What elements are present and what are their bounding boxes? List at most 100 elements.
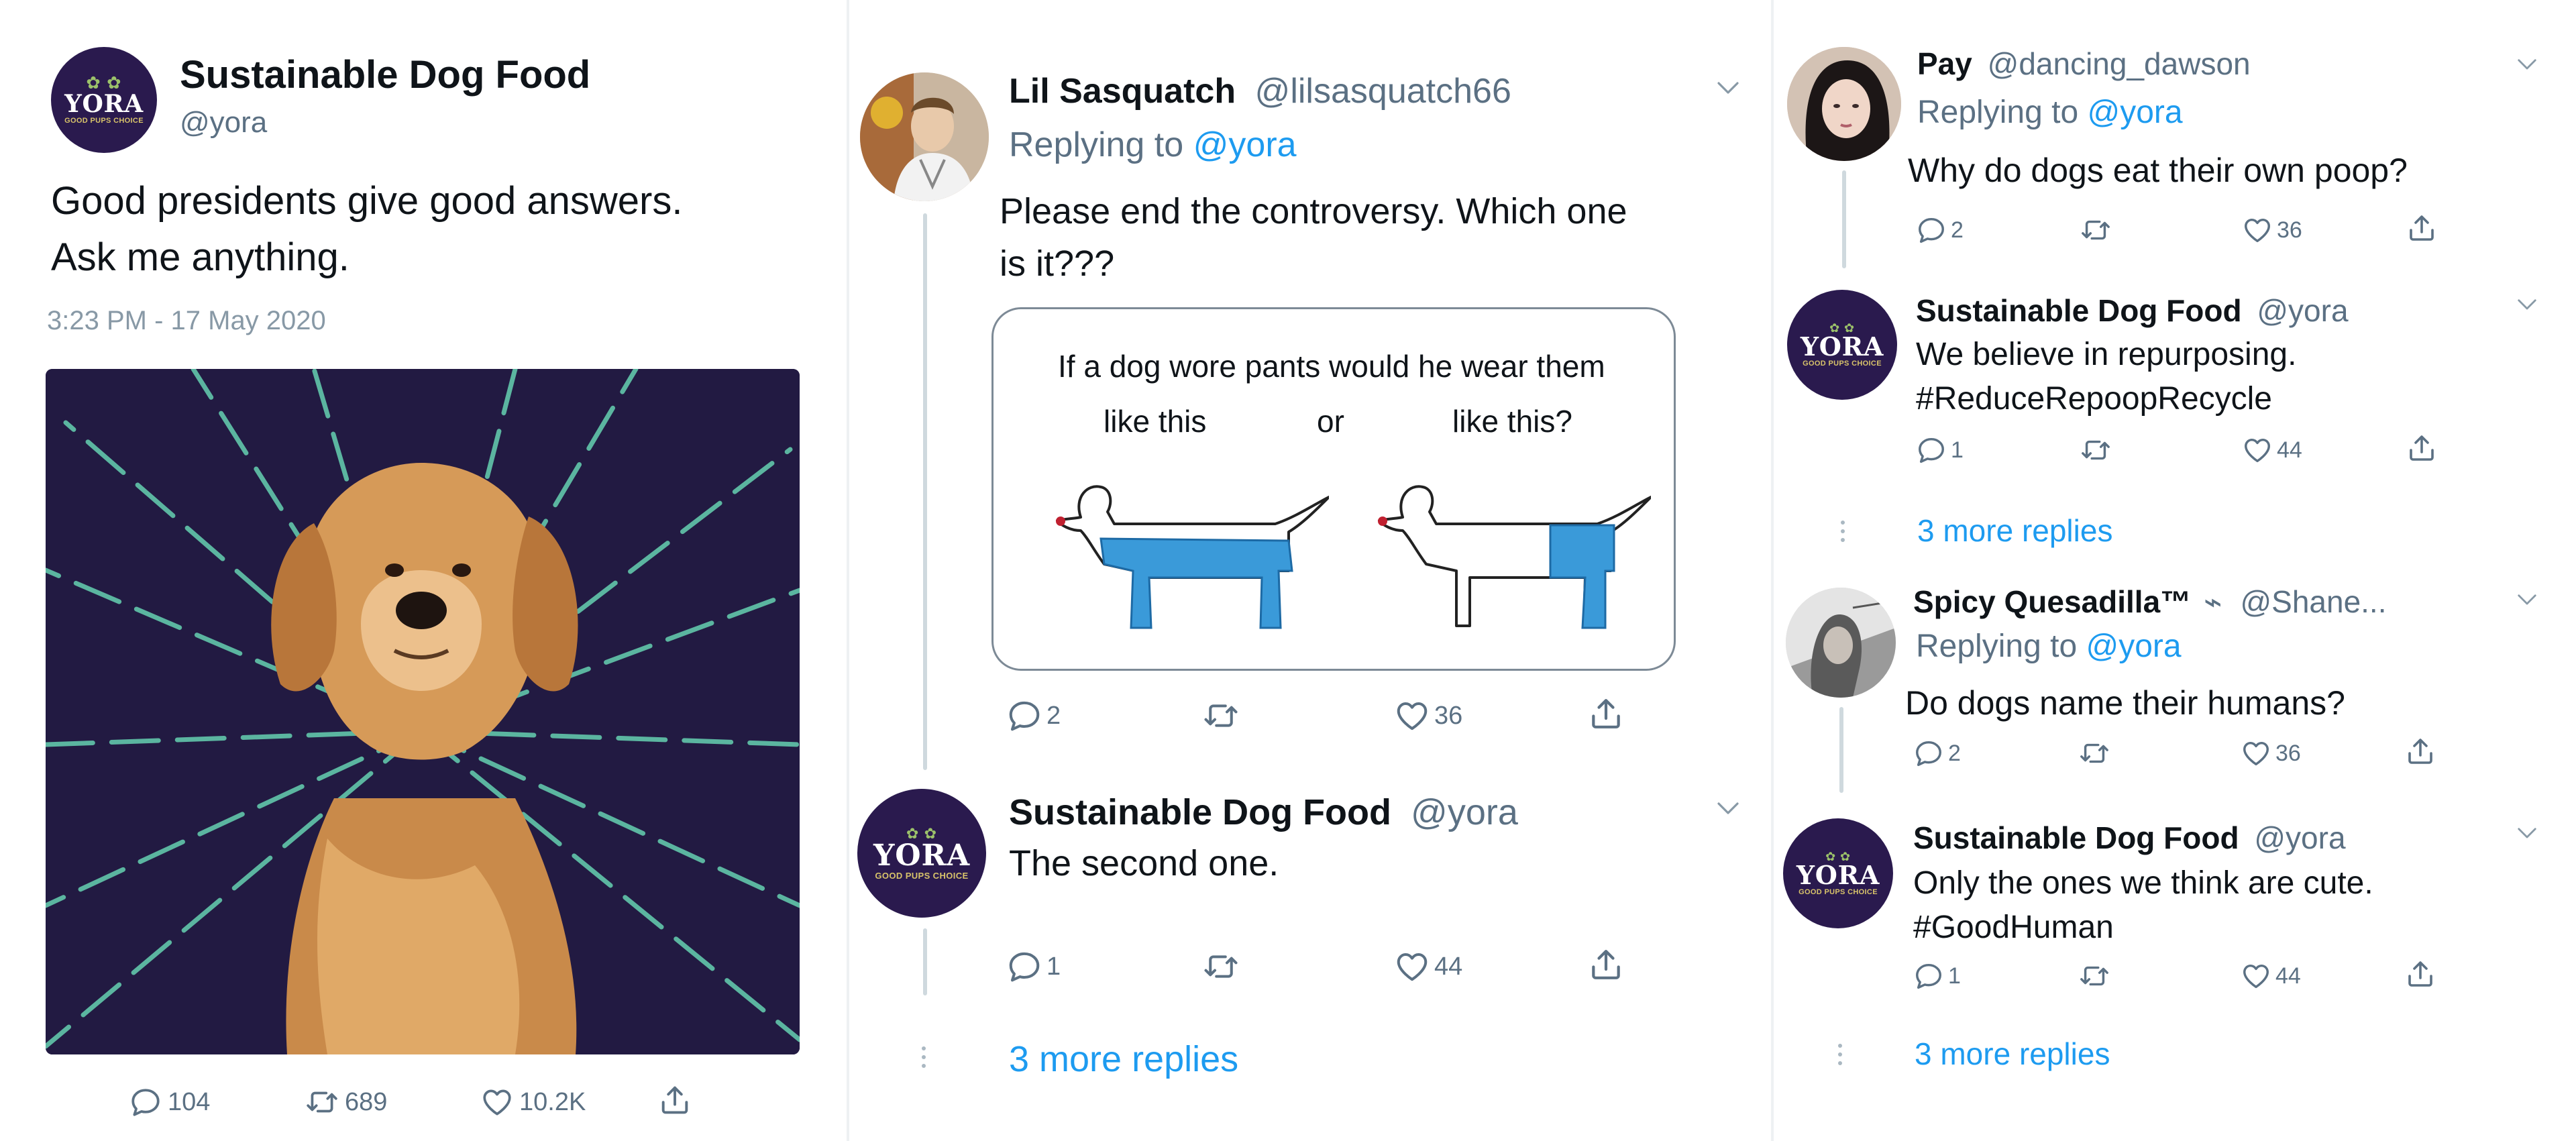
chevron-down-icon bbox=[2513, 50, 2541, 78]
more-options-button[interactable] bbox=[1712, 792, 1744, 827]
reply-icon bbox=[129, 1085, 162, 1119]
retweet-button[interactable] bbox=[1201, 698, 1241, 734]
like-button[interactable]: 44 bbox=[2242, 435, 2302, 466]
avatar[interactable]: ✿ ✿ YORA GOOD PUPS CHOICE bbox=[1787, 290, 1897, 400]
thread-connector bbox=[1839, 707, 1843, 793]
avatar[interactable]: ✿ ✿ YORA GOOD PUPS CHOICE bbox=[51, 47, 157, 153]
avatar[interactable] bbox=[1786, 588, 1896, 698]
replying-to-handle[interactable]: @yora bbox=[1193, 125, 1297, 164]
brand-tagline: GOOD PUPS CHOICE bbox=[1803, 360, 1882, 368]
like-count: 44 bbox=[2277, 437, 2302, 463]
retweet-button[interactable] bbox=[2078, 215, 2113, 246]
like-button[interactable]: 44 bbox=[1394, 948, 1462, 985]
like-button[interactable]: 44 bbox=[2241, 961, 2301, 991]
author-name[interactable]: Lil Sasquatch @lilsasquatch66 bbox=[1009, 71, 1511, 111]
share-icon bbox=[2406, 212, 2438, 244]
tweet-image[interactable] bbox=[46, 369, 800, 1054]
more-replies-link[interactable]: 3 more replies bbox=[1009, 1038, 1238, 1080]
like-icon bbox=[2241, 738, 2271, 769]
reply-button[interactable]: 1 bbox=[1006, 948, 1061, 985]
author-name[interactable]: Sustainable Dog Food @yora bbox=[1913, 820, 2346, 856]
share-icon bbox=[2404, 735, 2436, 767]
author-name[interactable]: Sustainable Dog Food @yora bbox=[1916, 292, 2349, 329]
brand-logo-text: YORA bbox=[1800, 331, 1884, 362]
chevron-down-icon bbox=[2513, 290, 2541, 318]
author-handle[interactable]: @yora bbox=[2257, 293, 2348, 328]
avatar[interactable]: ✿ ✿ YORA GOOD PUPS CHOICE bbox=[857, 789, 986, 918]
reply-button[interactable]: 104 bbox=[129, 1085, 210, 1119]
avatar[interactable]: ✿ ✿ YORA GOOD PUPS CHOICE bbox=[1783, 818, 1893, 928]
more-options-button[interactable] bbox=[2513, 585, 2541, 616]
share-button[interactable] bbox=[657, 1083, 692, 1118]
author-handle[interactable]: @yora bbox=[2254, 820, 2345, 855]
tweet-text: Do dogs name their humans? bbox=[1905, 684, 2345, 722]
like-icon bbox=[2241, 961, 2271, 991]
reply-count: 2 bbox=[1948, 740, 1961, 766]
like-count: 36 bbox=[2275, 740, 2301, 766]
tweet-text: Why do dogs eat their own poop? bbox=[1908, 152, 2408, 189]
author-handle[interactable]: @yora bbox=[1411, 792, 1518, 832]
retweet-button[interactable]: 689 bbox=[303, 1085, 387, 1119]
like-icon bbox=[480, 1085, 514, 1119]
retweet-button[interactable] bbox=[2077, 738, 2112, 769]
thread-connector bbox=[923, 213, 927, 770]
like-button[interactable]: 36 bbox=[2242, 215, 2302, 246]
avatar[interactable] bbox=[860, 72, 989, 201]
timestamp[interactable]: 3:23 PM - 17 May 2020 bbox=[47, 306, 326, 336]
reply-icon bbox=[1916, 215, 1947, 246]
retweet-button[interactable] bbox=[2077, 961, 2112, 991]
reply-icon bbox=[1916, 435, 1947, 466]
dog-pants-back-image bbox=[1378, 485, 1651, 629]
person-avatar-image bbox=[860, 72, 989, 201]
author-name[interactable]: Pay @dancing_dawson bbox=[1917, 46, 2251, 82]
card-option-right: like this? bbox=[1452, 404, 1572, 439]
author-handle[interactable]: @Shane... bbox=[2240, 584, 2386, 619]
like-icon bbox=[2242, 435, 2273, 466]
retweet-icon bbox=[2077, 961, 2112, 991]
retweet-button[interactable] bbox=[1201, 948, 1241, 985]
author-name[interactable]: Sustainable Dog Food @yora bbox=[1009, 792, 1518, 833]
like-icon bbox=[1394, 698, 1430, 734]
more-options-button[interactable] bbox=[2513, 50, 2541, 81]
tweet-text-line-2: Ask me anything. bbox=[51, 235, 350, 279]
author-handle[interactable]: @lilsasquatch66 bbox=[1255, 72, 1511, 111]
like-button[interactable]: 10.2K bbox=[480, 1085, 586, 1119]
reply-button[interactable]: 2 bbox=[1006, 698, 1061, 734]
more-replies-link[interactable]: 3 more replies bbox=[1915, 1036, 2110, 1072]
author-name[interactable]: Sustainable Dog Food bbox=[180, 52, 590, 97]
author-handle[interactable]: @dancing_dawson bbox=[1988, 46, 2251, 81]
more-options-button[interactable] bbox=[2513, 290, 2541, 321]
share-icon bbox=[2406, 432, 2438, 464]
reply-count: 1 bbox=[1951, 437, 1964, 463]
dog-pants-legs-image bbox=[1056, 485, 1329, 629]
chevron-down-icon bbox=[1712, 792, 1744, 824]
author-handle[interactable]: @yora bbox=[180, 106, 267, 140]
brand-tagline: GOOD PUPS CHOICE bbox=[64, 116, 144, 125]
column-divider-left bbox=[847, 0, 849, 1141]
reply-icon bbox=[1006, 698, 1042, 734]
more-options-button[interactable] bbox=[1712, 71, 1744, 107]
tweet-text-line-1: We believe in repurposing. bbox=[1916, 337, 2297, 372]
author-name[interactable]: Spicy Quesadilla™ ⌁ @Shane... bbox=[1913, 584, 2387, 620]
share-button[interactable] bbox=[2406, 212, 2438, 244]
more-replies-link[interactable]: 3 more replies bbox=[1917, 512, 2112, 549]
more-replies-dots bbox=[922, 1046, 926, 1068]
reply-count: 1 bbox=[1948, 963, 1961, 989]
replying-to-handle[interactable]: @yora bbox=[2086, 629, 2181, 664]
share-button[interactable] bbox=[1587, 946, 1625, 983]
like-button[interactable]: 36 bbox=[1394, 698, 1462, 734]
share-button[interactable] bbox=[2406, 432, 2438, 464]
retweet-button[interactable] bbox=[2078, 435, 2113, 466]
reply-button[interactable]: 2 bbox=[1916, 215, 1964, 246]
more-options-button[interactable] bbox=[2513, 818, 2541, 850]
media-card[interactable]: If a dog wore pants would he wear them l… bbox=[991, 307, 1676, 671]
like-button[interactable]: 36 bbox=[2241, 738, 2301, 769]
reply-button[interactable]: 1 bbox=[1913, 961, 1961, 991]
reply-button[interactable]: 1 bbox=[1916, 435, 1964, 466]
reply-button[interactable]: 2 bbox=[1913, 738, 1961, 769]
share-button[interactable] bbox=[2404, 735, 2436, 767]
avatar[interactable] bbox=[1787, 47, 1901, 161]
replying-to-handle[interactable]: @yora bbox=[2087, 95, 2182, 130]
share-button[interactable] bbox=[2404, 958, 2436, 990]
share-button[interactable] bbox=[1587, 695, 1625, 732]
